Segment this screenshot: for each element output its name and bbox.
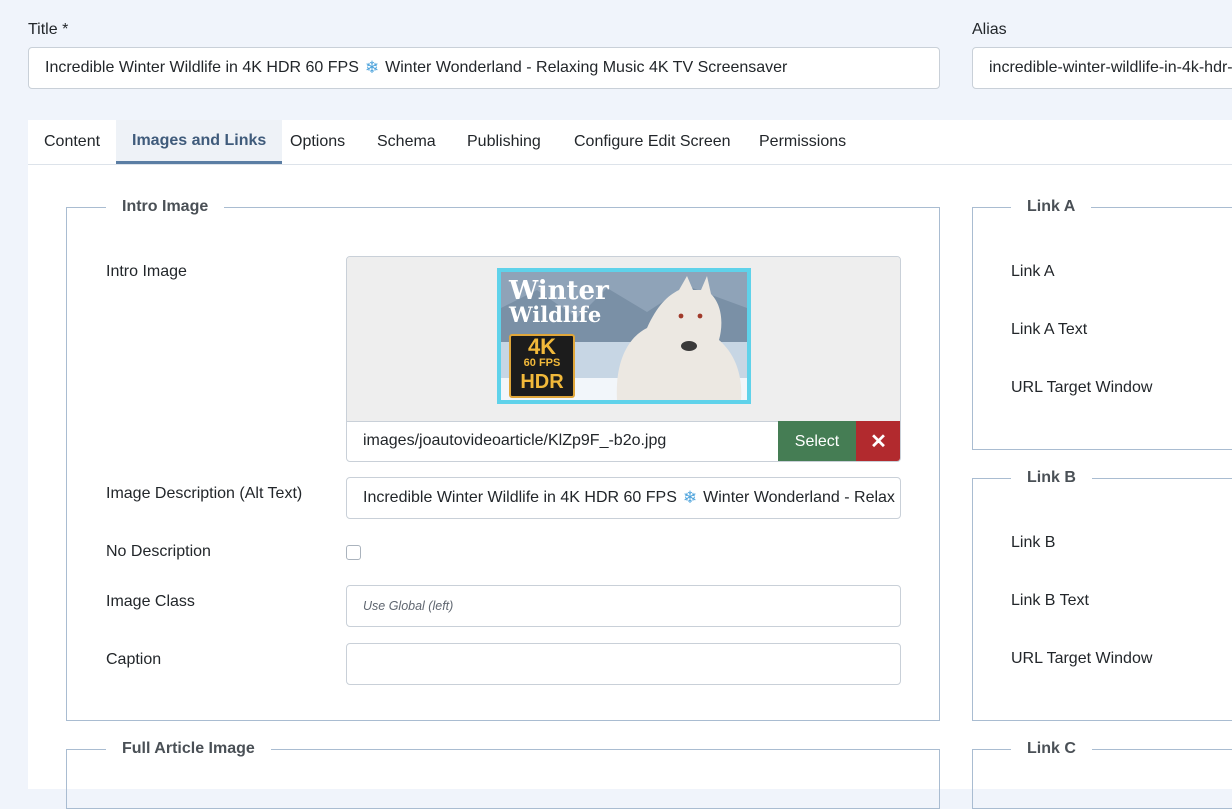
alt-text-input[interactable]: Incredible Winter Wildlife in 4K HDR 60 … [346,477,901,519]
alias-input[interactable]: incredible-winter-wildlife-in-4k-hdr- [972,47,1232,89]
link-a-target-label: URL Target Window [1011,379,1153,396]
intro-image-thumbnail: Winter Wildlife 4K 60 FPS HDR [497,268,751,404]
intro-image-field: Winter Wildlife 4K 60 FPS HDR images/joa… [346,256,901,462]
caption-label: Caption [106,651,162,668]
snowflake-icon: ❄ [682,488,698,507]
link-a-label: Link A [1011,263,1055,280]
image-class-input[interactable]: Use Global (left) [346,585,901,627]
full-article-image-fieldset [66,749,940,809]
tab-content[interactable]: Content [28,120,116,164]
intro-image-label: Intro Image [106,263,187,280]
title-text-b: Winter Wonderland - Relaxing Music 4K TV… [385,59,788,76]
image-preview: Winter Wildlife 4K 60 FPS HDR [347,257,900,422]
link-b-text-label: Link B Text [1011,592,1089,609]
full-article-image-legend: Full Article Image [106,740,271,758]
link-c-fieldset [972,749,1232,809]
alias-label: Alias [972,21,1007,38]
link-b-legend: Link B [1011,469,1092,487]
caption-input[interactable] [346,643,901,685]
select-button[interactable]: Select [778,421,856,461]
tab-schema[interactable]: Schema [361,120,452,164]
tab-configure-edit-screen[interactable]: Configure Edit Screen [558,120,747,164]
image-path-text[interactable]: images/joautovideoarticle/KlZp9F_-b2o.jp… [363,421,666,461]
badge-hdr-text: HDR [520,371,564,393]
link-c-legend: Link C [1011,740,1092,758]
tab-options[interactable]: Options [274,120,361,164]
tab-images-and-links[interactable]: Images and Links [116,120,283,164]
snowflake-icon: ❄ [364,58,380,77]
title-label: Title * [28,21,69,38]
alt-text-label: Image Description (Alt Text) [106,485,303,502]
thumb-title-line1: Winter [509,276,609,306]
no-description-label: No Description [106,543,211,560]
alt-text-a: Incredible Winter Wildlife in 4K HDR 60 … [363,489,677,506]
link-b-target-label: URL Target Window [1011,650,1153,667]
tab-permissions[interactable]: Permissions [743,120,862,164]
image-class-placeholder: Use Global (left) [363,599,454,613]
intro-image-legend: Intro Image [106,198,225,216]
tab-bar: Content Images and Links Options Schema … [28,120,1232,165]
badge-4k-text: 4K [527,334,557,359]
badge-4k-hdr: 4K 60 FPS HDR [509,334,575,398]
title-text-a: Incredible Winter Wildlife in 4K HDR 60 … [45,59,359,76]
link-a-text-label: Link A Text [1011,321,1088,338]
link-b-label: Link B [1011,534,1056,551]
alt-text-b: Winter Wonderland - Relax [703,489,895,506]
link-a-legend: Link A [1011,198,1092,216]
tab-publishing[interactable]: Publishing [451,120,557,164]
thumb-title-line2: Wildlife [509,302,602,327]
badge-fps-text: 60 FPS [523,357,561,369]
image-class-label: Image Class [106,593,195,610]
title-input[interactable]: Incredible Winter Wildlife in 4K HDR 60 … [28,47,940,89]
alias-text: incredible-winter-wildlife-in-4k-hdr- [989,59,1232,76]
clear-image-button[interactable]: ✕ [856,421,900,461]
no-description-checkbox[interactable] [346,545,361,560]
